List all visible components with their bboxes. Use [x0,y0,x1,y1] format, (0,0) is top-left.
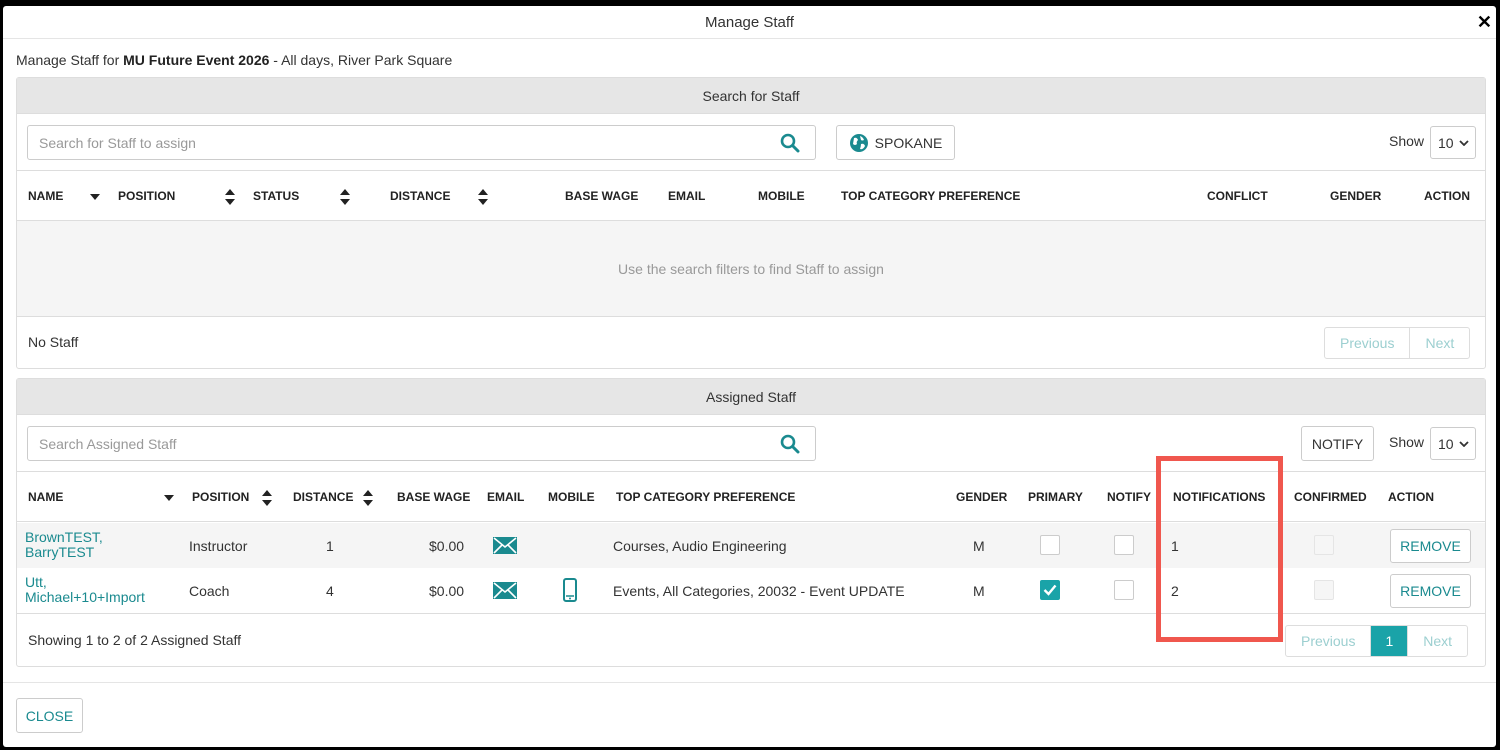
staff-category: Events, All Categories, 20032 - Event UP… [613,583,905,599]
col-confirmed: CONFIRMED [1294,490,1367,504]
location-button[interactable]: SPOKANE [836,125,955,160]
globe-icon [849,133,868,152]
col-position[interactable]: POSITION [192,472,249,523]
subtitle-prefix: Manage Staff for [16,52,124,68]
col-email: EMAIL [668,189,706,203]
col-top-category: TOP CATEGORY PREFERENCE [616,490,796,504]
mobile-phone-icon[interactable] [563,578,577,602]
col-action: ACTION [1388,490,1434,504]
staff-base-wage: $0.00 [429,538,465,554]
page-size-value: 10 [1438,134,1454,151]
search-footer-text: No Staff [28,334,79,350]
email-icon[interactable] [493,537,517,554]
col-primary: PRIMARY [1028,490,1083,504]
sort-icon[interactable] [363,472,373,523]
col-mobile: MOBILE [758,189,805,203]
primary-checkbox[interactable] [1040,535,1060,555]
assigned-panel-title: Assigned Staff [17,379,1485,415]
staff-name-link[interactable]: BrownTEST, BarryTEST [25,530,125,560]
search-panel-title: Search for Staff [17,78,1485,114]
sort-desc-icon[interactable] [164,472,174,523]
assigned-search-input[interactable] [27,426,765,461]
search-icon [780,133,799,152]
col-name[interactable]: NAME [28,472,63,523]
search-pagination: Previous Next [1324,327,1471,359]
confirmed-checkbox [1314,535,1334,555]
sort-desc-icon[interactable] [90,171,100,222]
close-icon[interactable]: ✕ [1477,6,1492,39]
col-name[interactable]: NAME [28,171,63,222]
close-button[interactable]: CLOSE [16,698,83,733]
sort-icon[interactable] [340,171,350,222]
sort-icon[interactable] [225,171,235,222]
staff-gender: M [973,538,985,554]
assigned-footer-text: Showing 1 to 2 of 2 Assigned Staff [28,632,242,648]
sort-icon[interactable] [478,171,488,222]
modal-title: Manage Staff [705,14,794,31]
footer-divider [3,682,1496,683]
col-gender: GENDER [1330,189,1382,203]
previous-button[interactable]: Previous [1286,626,1370,656]
search-icon [780,434,799,453]
next-button[interactable]: Next [1407,626,1467,656]
remove-button[interactable]: REMOVE [1390,574,1471,608]
page-size-value: 10 [1438,435,1454,452]
col-mobile: MOBILE [548,490,595,504]
show-label: Show [1389,434,1425,450]
staff-position: Instructor [189,538,248,554]
assigned-page-size-select[interactable]: 10 [1430,427,1476,460]
staff-gender: M [973,583,985,599]
chevron-down-icon [1459,440,1469,447]
staff-base-wage: $0.00 [429,583,465,599]
staff-name-link[interactable]: Utt, Michael+10+Import [25,575,165,605]
notifications-highlight-box [1156,456,1283,642]
col-notify: NOTIFY [1107,490,1151,504]
staff-category: Courses, Audio Engineering [613,538,787,554]
col-conflict: CONFLICT [1207,189,1268,203]
search-page-size-select[interactable]: 10 [1430,126,1476,159]
assigned-search-button[interactable] [764,426,816,461]
search-staff-panel: Search for Staff SPOKANE Show 10 NAME PO… [16,77,1486,369]
modal-header: Manage Staff ✕ [3,6,1496,39]
col-base-wage: BASE WAGE [565,189,639,203]
notify-checkbox[interactable] [1114,580,1134,600]
checkmark-icon [1043,584,1057,596]
primary-checkbox[interactable] [1040,580,1060,600]
event-subtitle: Manage Staff for MU Future Event 2026 - … [16,52,452,68]
confirmed-checkbox [1314,580,1334,600]
notify-button[interactable]: NOTIFY [1301,426,1374,461]
staff-distance: 4 [326,583,334,599]
col-gender: GENDER [956,490,1008,504]
manage-staff-modal: Manage Staff ✕ Manage Staff for MU Futur… [3,6,1496,747]
email-icon[interactable] [493,582,517,599]
empty-results-message: Use the search filters to find Staff to … [17,221,1485,317]
sort-icon[interactable] [262,472,272,523]
subtitle-suffix: - All days, River Park Square [269,52,453,68]
staff-search-button[interactable] [764,125,816,160]
next-button[interactable]: Next [1409,328,1469,358]
col-action: ACTION [1424,189,1470,203]
page-1-button[interactable]: 1 [1370,626,1408,656]
staff-position: Coach [189,583,230,599]
previous-button[interactable]: Previous [1325,328,1409,358]
col-top-category: TOP CATEGORY PREFERENCE [841,189,1021,203]
staff-search-input[interactable] [27,125,765,160]
event-name: MU Future Event 2026 [123,52,270,68]
col-distance[interactable]: DISTANCE [293,472,353,523]
col-status[interactable]: STATUS [253,171,299,222]
col-position[interactable]: POSITION [118,171,175,222]
col-base-wage: BASE WAGE [397,490,471,504]
remove-button[interactable]: REMOVE [1390,529,1471,563]
search-table-header: NAME POSITION STATUS DISTANCE BASE WAGE … [17,170,1485,221]
show-label: Show [1389,133,1425,149]
col-email: EMAIL [487,490,525,504]
notify-checkbox[interactable] [1114,535,1134,555]
staff-distance: 1 [326,538,334,554]
chevron-down-icon [1459,139,1469,146]
assigned-pagination: Previous 1 Next [1285,625,1469,657]
location-label: SPOKANE [874,134,943,151]
col-distance[interactable]: DISTANCE [390,171,450,222]
